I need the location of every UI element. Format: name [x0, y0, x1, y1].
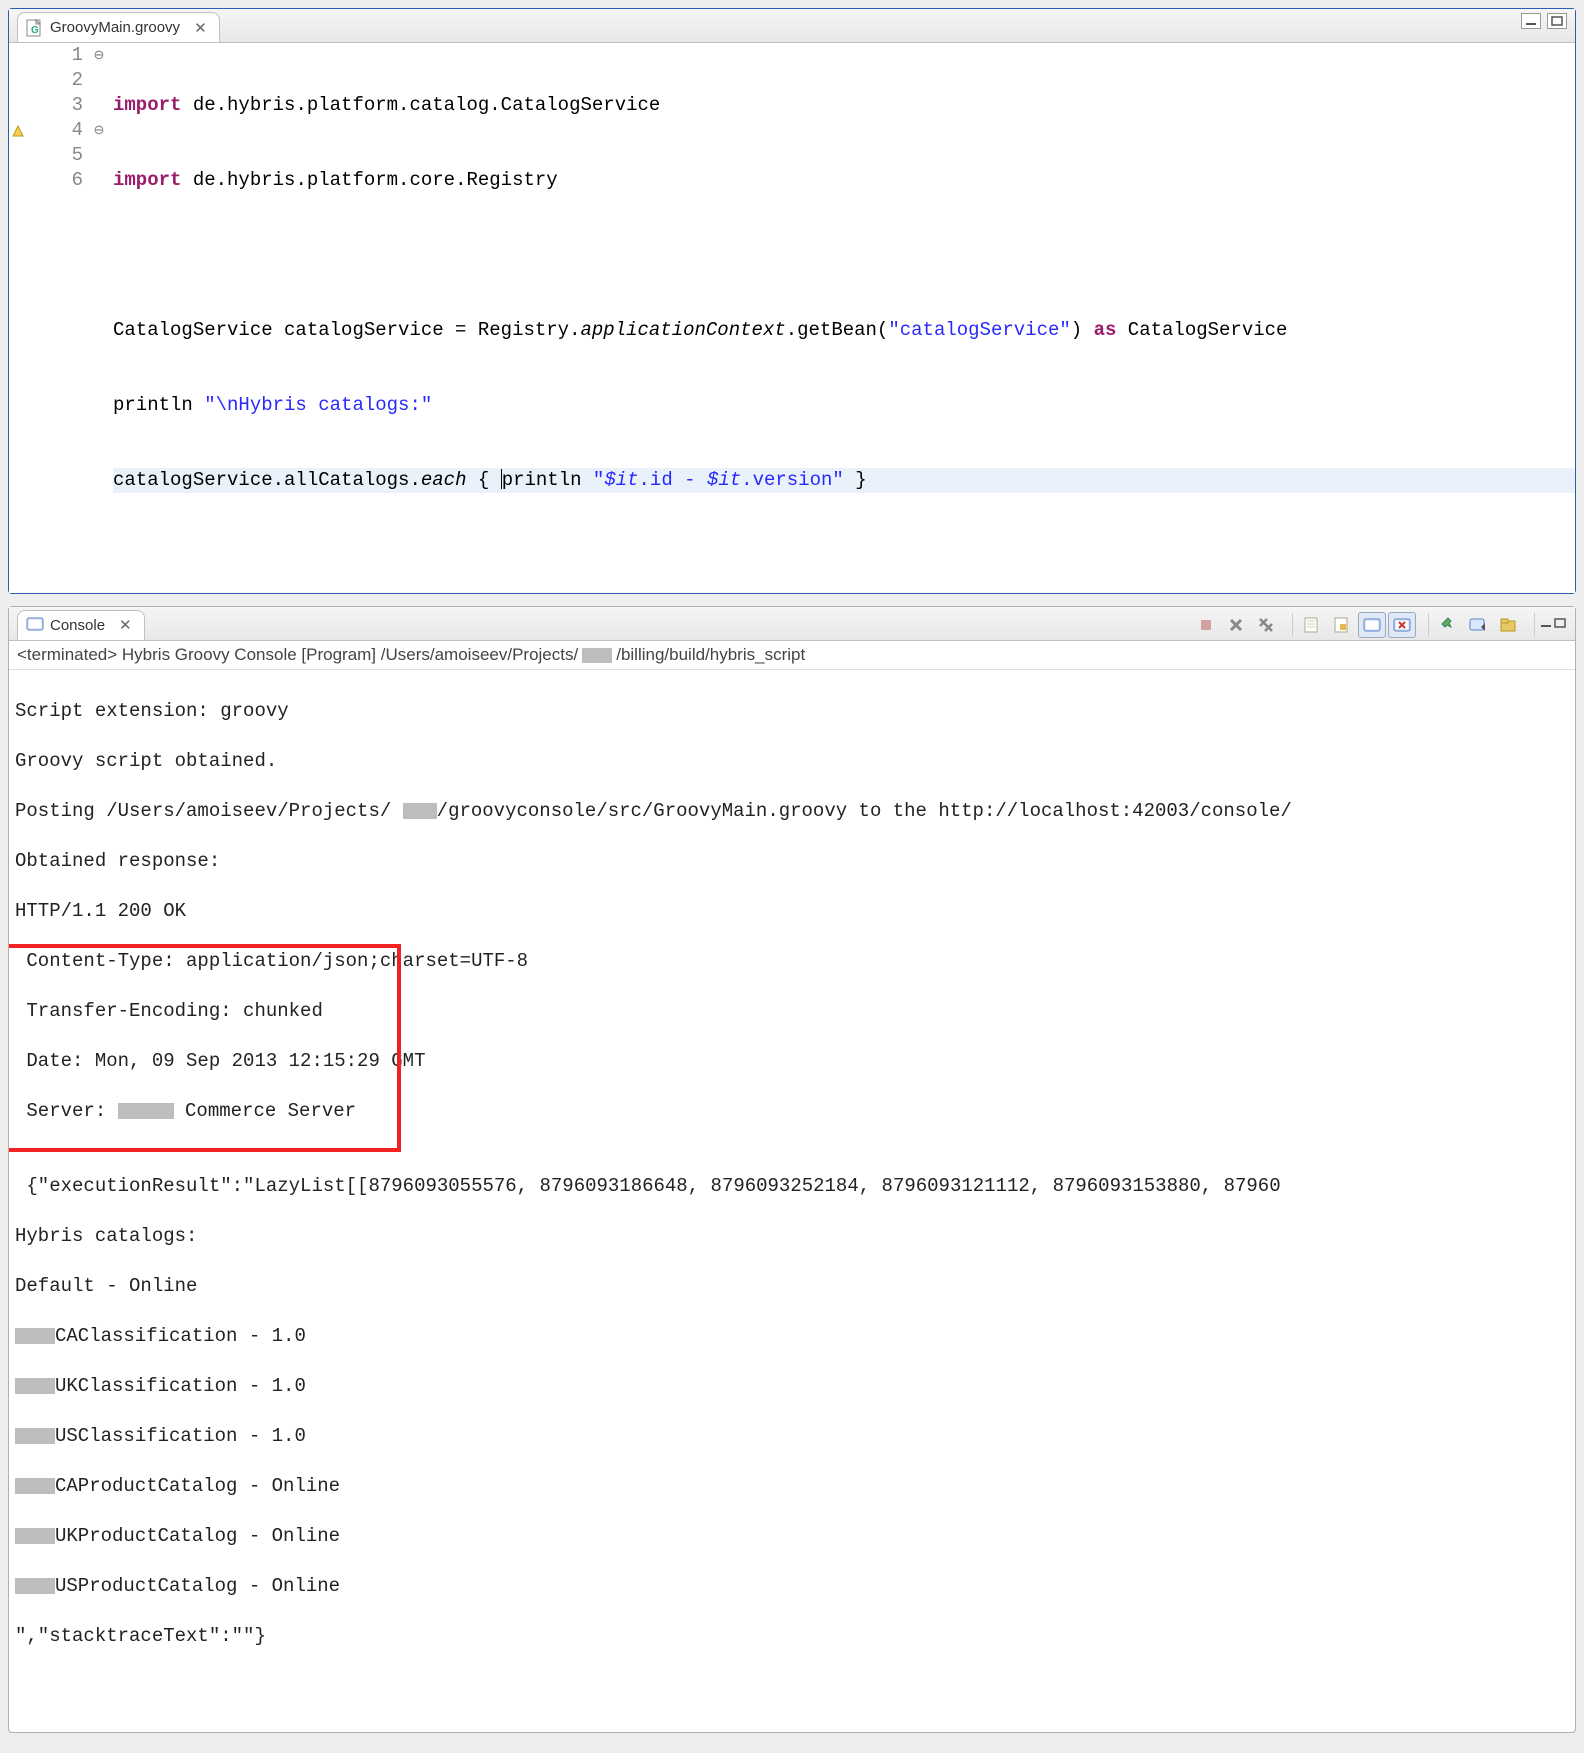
editor-tab-label: GroovyMain.groovy: [50, 19, 180, 36]
console-tab-label: Console: [50, 617, 105, 634]
maximize-button[interactable]: [1547, 13, 1567, 29]
stop-button[interactable]: [1192, 612, 1220, 638]
open-console-button[interactable]: [1494, 612, 1522, 638]
svg-text:G: G: [31, 25, 39, 36]
fold-toggle-icon[interactable]: ⊖: [94, 118, 105, 143]
close-icon[interactable]: ✕: [119, 616, 132, 634]
minimize-button[interactable]: [1539, 617, 1553, 632]
groovy-file-icon: G: [26, 19, 44, 37]
code-editor[interactable]: 1 2 3 4 5 6 ⊖ ⊖ import de.hybris.platfor…: [9, 43, 1575, 593]
scroll-lock-button[interactable]: [1328, 612, 1356, 638]
redacted-text: [15, 1478, 55, 1494]
redacted-text: [15, 1328, 55, 1344]
show-console-output-button[interactable]: [1358, 612, 1386, 638]
marker-column: [9, 43, 27, 543]
console-output[interactable]: Script extension: groovy Groovy script o…: [9, 670, 1575, 1732]
remove-launch-button[interactable]: [1222, 612, 1250, 638]
editor-tab[interactable]: G GroovyMain.groovy ✕: [17, 12, 220, 42]
fold-column: ⊖ ⊖: [91, 43, 107, 543]
redacted-text: [15, 1378, 55, 1394]
minimize-button[interactable]: [1521, 13, 1541, 29]
redacted-text: [118, 1103, 174, 1119]
editor-tab-bar: G GroovyMain.groovy ✕: [9, 9, 1575, 43]
console-launch-header: <terminated> Hybris Groovy Console [Prog…: [9, 641, 1575, 670]
console-tab[interactable]: Console ✕: [17, 610, 145, 640]
redacted-text: [15, 1578, 55, 1594]
console-icon: [26, 616, 44, 634]
redacted-text: [15, 1528, 55, 1544]
warning-marker-icon: [11, 124, 25, 138]
clear-console-button[interactable]: [1298, 612, 1326, 638]
editor-panel: G GroovyMain.groovy ✕ 1 2 3 4 5 6 ⊖: [8, 8, 1576, 594]
remove-all-button[interactable]: [1252, 612, 1280, 638]
display-selected-console-button[interactable]: [1464, 612, 1492, 638]
redacted-text: [403, 803, 437, 819]
maximize-button[interactable]: [1553, 617, 1567, 632]
editor-window-controls: [1521, 13, 1567, 29]
redacted-text: [582, 648, 612, 663]
fold-toggle-icon[interactable]: ⊖: [94, 43, 105, 68]
console-panel: Console ✕ <terminated> Hybris Groovy Con…: [8, 606, 1576, 1733]
redacted-text: [15, 1428, 55, 1444]
close-icon[interactable]: ✕: [194, 19, 207, 37]
show-console-error-button[interactable]: [1388, 612, 1416, 638]
line-number-gutter: 1 2 3 4 5 6: [27, 43, 91, 543]
console-toolbar: Console ✕: [9, 607, 1575, 641]
pin-console-button[interactable]: [1434, 612, 1462, 638]
code-content[interactable]: import de.hybris.platform.catalog.Catalo…: [107, 43, 1575, 543]
